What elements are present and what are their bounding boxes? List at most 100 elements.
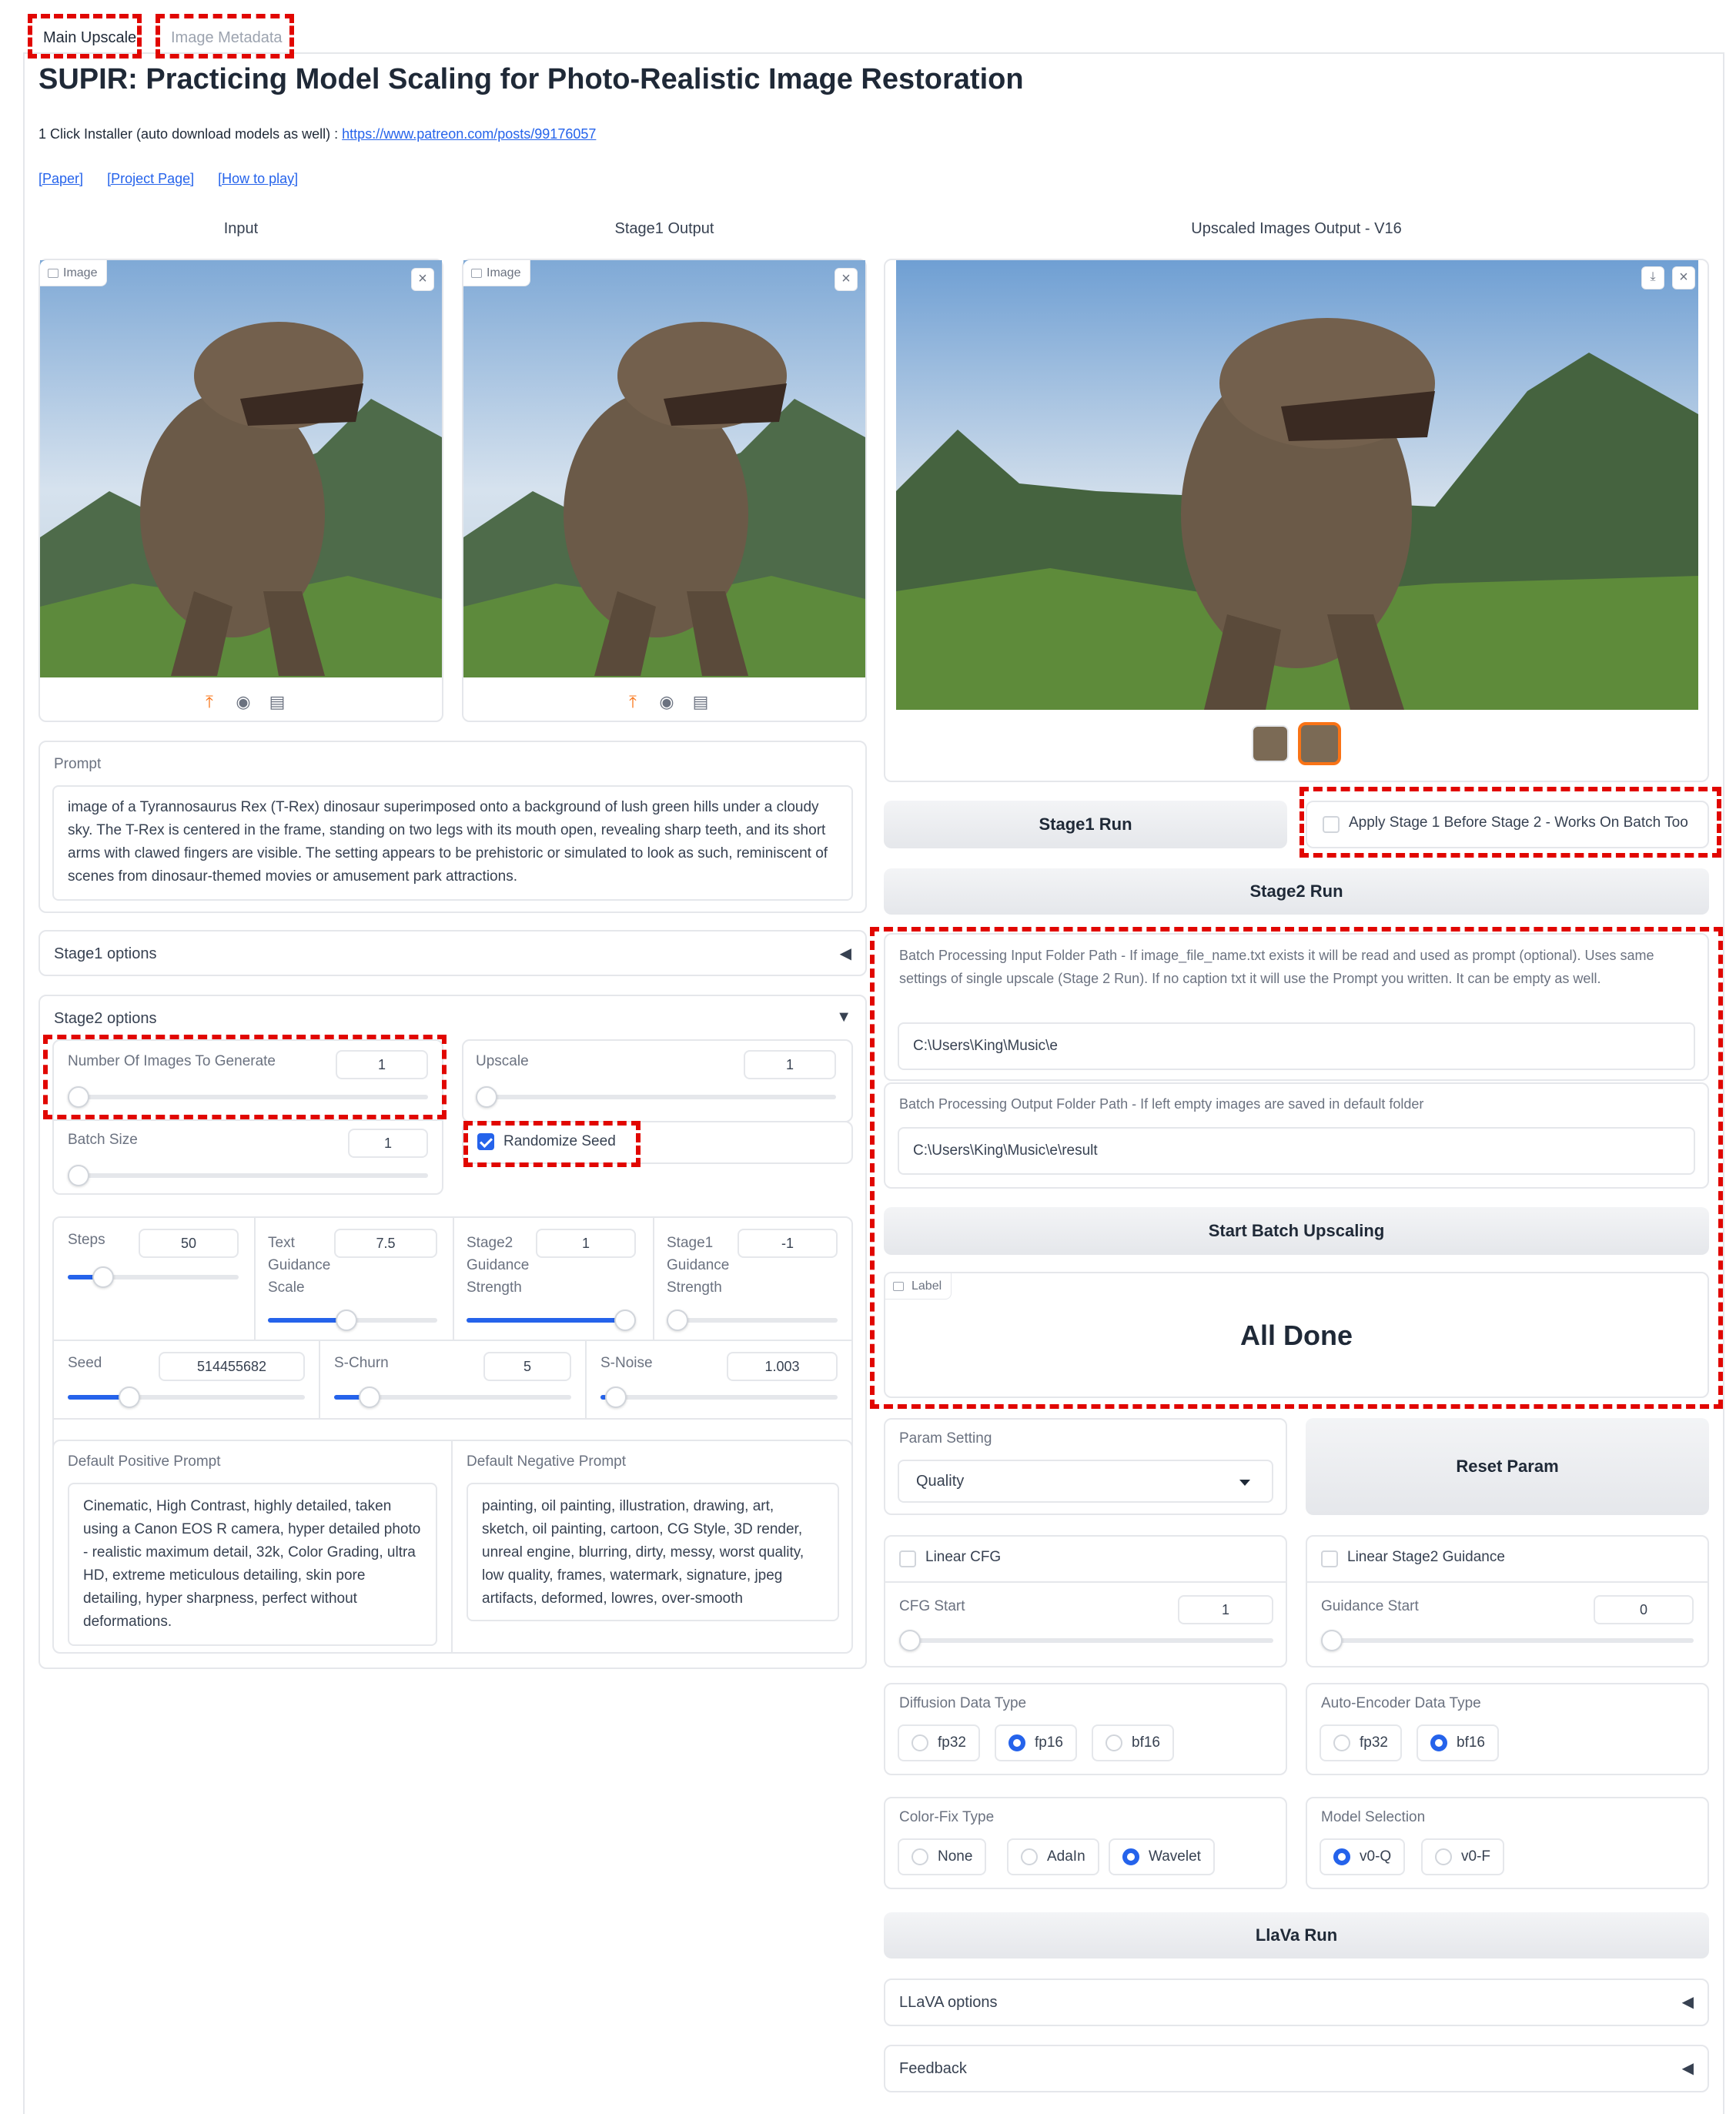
text-guidance-input[interactable]: 7.5	[334, 1229, 437, 1258]
tab-image-metadata[interactable]: Image Metadata	[159, 22, 295, 54]
ae-bf16-radio[interactable]: bf16	[1417, 1724, 1499, 1761]
seed-input[interactable]: 514455682	[159, 1352, 305, 1381]
status-label-panel: Label All Done	[884, 1272, 1709, 1398]
stage1-options-accordion[interactable]: Stage1 options ◀	[38, 930, 867, 976]
expand-triangle-icon[interactable]: ▼	[836, 1008, 851, 1026]
model-selection-label: Model Selection	[1321, 1809, 1426, 1825]
linear-cfg-checkbox[interactable]	[899, 1550, 916, 1567]
guidance-start-slider[interactable]	[1323, 1638, 1694, 1643]
diffusion-fp16-radio[interactable]: fp16	[995, 1724, 1077, 1761]
collapse-triangle-icon: ◀	[1681, 1994, 1694, 2011]
linear-stage2-label: Linear Stage2 Guidance	[1347, 1549, 1505, 1565]
divider	[54, 1418, 851, 1420]
s-noise-knob[interactable]	[605, 1386, 627, 1408]
num-images-slider[interactable]	[69, 1095, 428, 1099]
stage2-guidance-fill	[467, 1318, 620, 1323]
stage1-run-button[interactable]: Stage1 Run	[884, 801, 1287, 848]
close-icon[interactable]: ×	[1672, 266, 1695, 289]
input-image-label: Image	[40, 260, 108, 286]
upscaled-output-title: Upscaled Images Output - V16	[1191, 220, 1402, 237]
collapse-triangle-icon: ◀	[1681, 2060, 1694, 2077]
color-fix-wavelet-radio[interactable]: Wavelet	[1109, 1838, 1215, 1875]
stage1-image-panel[interactable]: Image × ⤒ ◉ ▤	[462, 259, 867, 722]
param-setting-dropdown[interactable]: Quality	[898, 1460, 1273, 1503]
upscale-input[interactable]: 1	[744, 1050, 836, 1079]
seed-knob[interactable]	[119, 1386, 140, 1408]
llava-options-label: LLaVA options	[899, 1994, 998, 2011]
num-images-knob[interactable]	[68, 1086, 89, 1108]
s-noise-input[interactable]: 1.003	[727, 1352, 838, 1381]
stage1-guidance-knob[interactable]	[667, 1310, 688, 1331]
stage2-run-button[interactable]: Stage2 Run	[884, 868, 1709, 915]
stage1-guidance-input[interactable]: -1	[738, 1229, 838, 1258]
diffusion-bf16-radio[interactable]: bf16	[1092, 1724, 1174, 1761]
download-icon[interactable]: ⤓	[1641, 266, 1664, 289]
stage2-guidance-input[interactable]: 1	[536, 1229, 636, 1258]
upscale-slider[interactable]	[477, 1095, 836, 1099]
stage1-guidance-slider[interactable]	[667, 1318, 838, 1323]
batch-output-field[interactable]: C:\Users\King\Music\e\result	[898, 1127, 1695, 1175]
feedback-accordion[interactable]: Feedback ◀	[884, 2045, 1709, 2092]
divider	[319, 1341, 320, 1418]
webcam-icon[interactable]: ◉	[657, 693, 676, 711]
how-to-play-link[interactable]: [How to play]	[218, 171, 298, 186]
diffusion-fp32-radio[interactable]: fp32	[898, 1724, 980, 1761]
apply-stage1-label: Apply Stage 1 Before Stage 2 - Works On …	[1349, 814, 1688, 831]
s-noise-slider[interactable]	[600, 1395, 838, 1400]
llava-options-accordion[interactable]: LLaVA options ◀	[884, 1979, 1709, 2026]
apply-stage1-checkbox[interactable]	[1323, 816, 1340, 833]
model-v0f-radio[interactable]: v0-F	[1421, 1838, 1504, 1875]
links-row: [Paper] [Project Page] [How to play]	[38, 171, 318, 187]
linear-stage2-checkbox[interactable]	[1321, 1550, 1338, 1567]
llava-run-button[interactable]: LlaVa Run	[884, 1912, 1709, 1958]
num-images-input[interactable]: 1	[336, 1050, 428, 1079]
batch-size-knob[interactable]	[68, 1165, 89, 1186]
divider	[885, 1581, 1286, 1583]
gallery-thumbnail-2[interactable]	[1298, 722, 1341, 765]
default-negative-textarea[interactable]: painting, oil painting, illustration, dr…	[467, 1483, 839, 1621]
guidance-start-knob[interactable]	[1321, 1630, 1343, 1651]
s-churn-knob[interactable]	[359, 1386, 380, 1408]
batch-size-input[interactable]: 1	[348, 1129, 428, 1158]
stage2-guidance-knob[interactable]	[614, 1310, 636, 1331]
stage2-options-label[interactable]: Stage2 options	[54, 1010, 156, 1028]
batch-input-field[interactable]: C:\Users\King\Music\e	[898, 1022, 1695, 1070]
cfg-start-input[interactable]: 1	[1178, 1595, 1273, 1624]
prompt-textarea[interactable]: image of a Tyrannosaurus Rex (T-Rex) din…	[52, 785, 853, 901]
steps-knob[interactable]	[92, 1266, 114, 1288]
clipboard-icon[interactable]: ▤	[268, 693, 286, 711]
cfg-start-knob[interactable]	[899, 1630, 921, 1651]
tab-main-upscale[interactable]: Main Upscale	[31, 22, 149, 54]
steps-input[interactable]: 50	[139, 1229, 239, 1258]
color-fix-none-radio[interactable]: None	[898, 1838, 987, 1875]
close-icon[interactable]: ×	[835, 268, 858, 291]
upload-icon[interactable]: ⤒	[624, 693, 642, 711]
reset-param-button[interactable]: Reset Param	[1306, 1418, 1709, 1515]
s-churn-input[interactable]: 5	[483, 1352, 571, 1381]
webcam-icon[interactable]: ◉	[234, 693, 253, 711]
installer-link[interactable]: https://www.patreon.com/posts/99176057	[342, 126, 596, 142]
input-image-panel[interactable]: Image × ⤒ ◉ ▤	[38, 259, 443, 722]
status-value: All Done	[1239, 1320, 1353, 1351]
ae-fp32-radio[interactable]: fp32	[1320, 1724, 1402, 1761]
paper-link[interactable]: [Paper]	[38, 171, 83, 186]
upscale-knob[interactable]	[476, 1086, 497, 1108]
randomize-seed-checkbox[interactable]	[477, 1133, 494, 1150]
guidance-start-input[interactable]: 0	[1594, 1595, 1694, 1624]
batch-size-slider[interactable]	[69, 1173, 428, 1178]
gallery-thumbnail-1[interactable]	[1252, 725, 1289, 762]
clipboard-icon[interactable]: ▤	[691, 693, 710, 711]
default-positive-textarea[interactable]: Cinematic, High Contrast, highly detaile…	[68, 1483, 437, 1646]
cfg-start-slider[interactable]	[901, 1638, 1273, 1643]
color-fix-adain-radio[interactable]: AdaIn	[1007, 1838, 1099, 1875]
radio-dot-selected	[1430, 1734, 1447, 1751]
start-batch-button[interactable]: Start Batch Upscaling	[884, 1207, 1709, 1255]
upload-icon[interactable]: ⤒	[200, 693, 219, 711]
text-guidance-knob[interactable]	[336, 1310, 357, 1331]
divider	[585, 1341, 587, 1418]
radio-dot	[1021, 1848, 1038, 1865]
close-icon[interactable]: ×	[411, 268, 434, 291]
model-v0q-radio[interactable]: v0-Q	[1320, 1838, 1406, 1875]
upscaled-gallery-panel[interactable]: ⤓ ×	[884, 259, 1709, 782]
project-page-link[interactable]: [Project Page]	[107, 171, 194, 186]
